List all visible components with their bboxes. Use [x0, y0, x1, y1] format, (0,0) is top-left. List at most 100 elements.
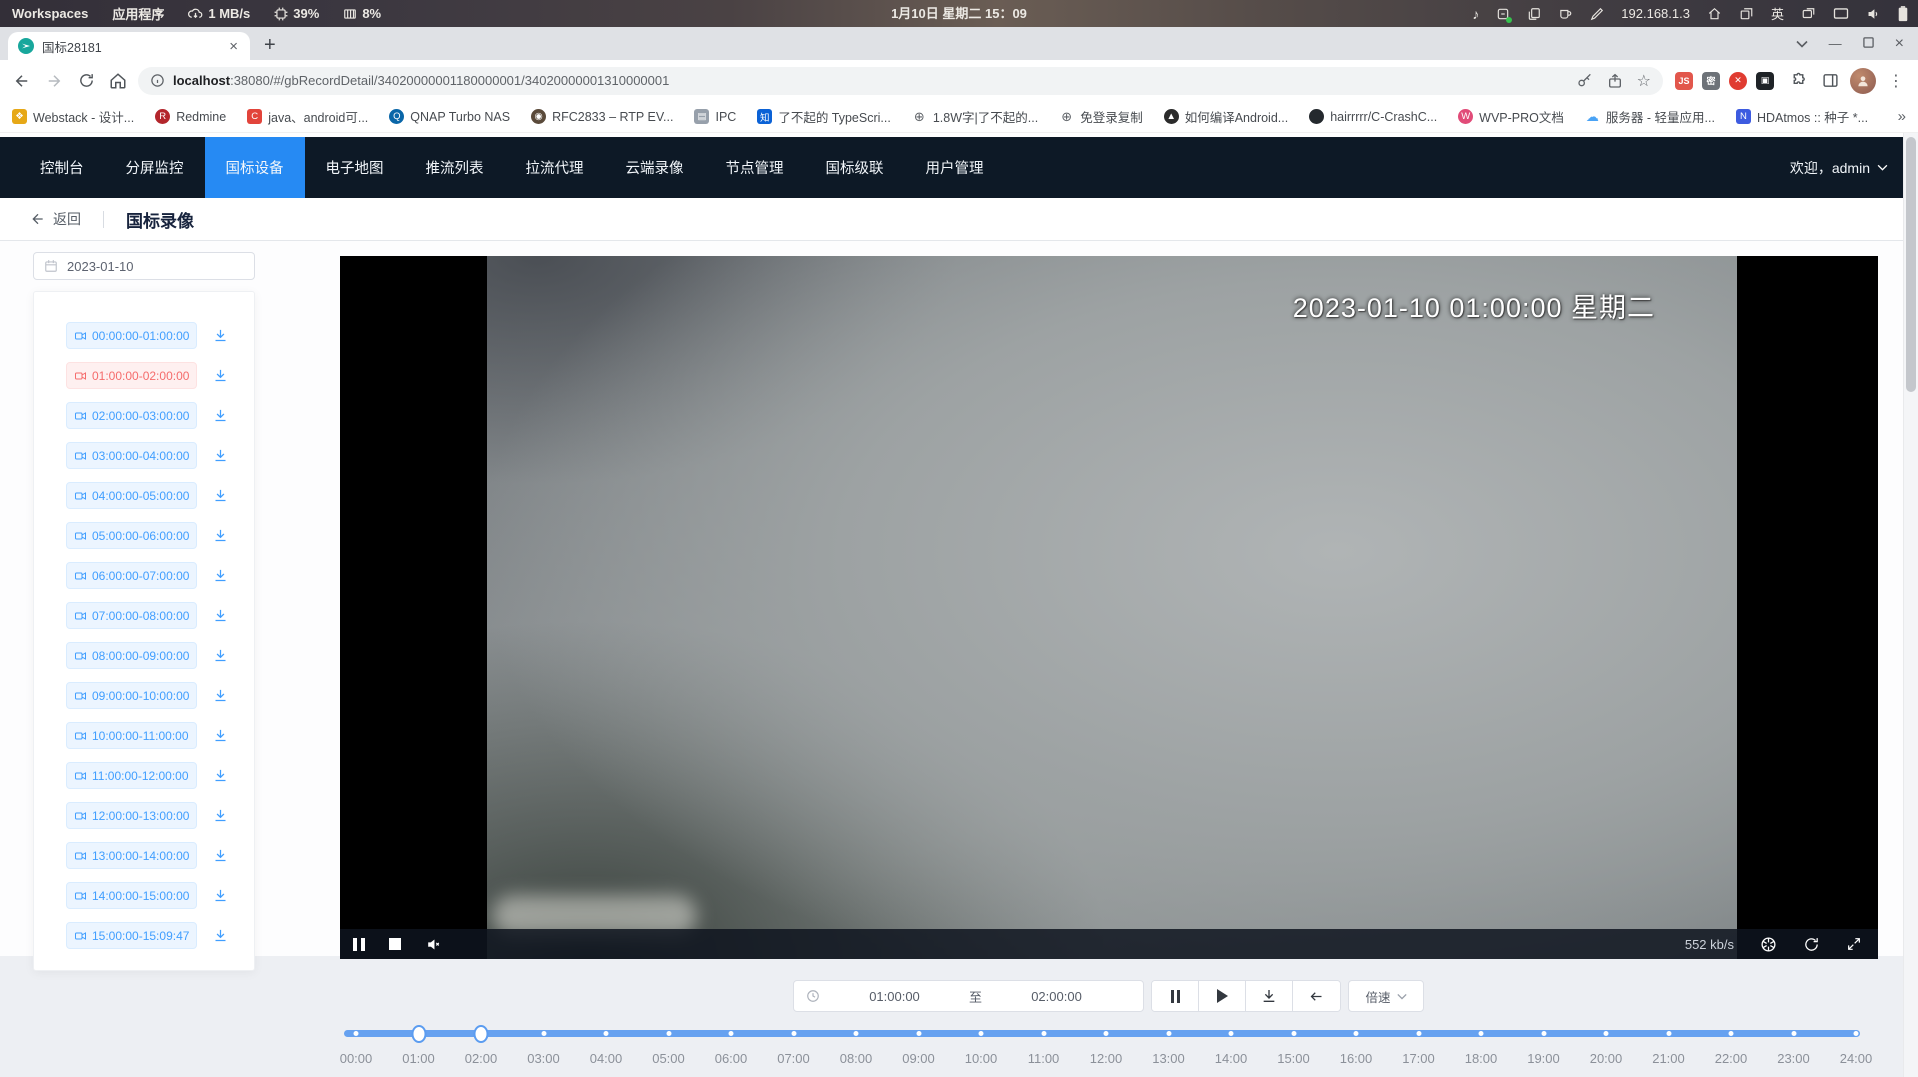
dark-extension-icon[interactable]: ▣ — [1756, 72, 1774, 90]
nav-tab[interactable]: 节点管理 — [705, 137, 805, 198]
screenshot-tray-icon[interactable] — [1496, 7, 1510, 21]
bookmark-item[interactable]: ☁服务器 - 轻量应用... — [1585, 107, 1715, 126]
speed-dropdown[interactable]: 倍速 — [1348, 980, 1424, 1012]
volume-tray-icon[interactable] — [1866, 7, 1881, 21]
record-range-pill[interactable]: 11:00:00-12:00:00 — [66, 762, 197, 789]
record-range-pill[interactable]: 07:00:00-08:00:00 — [66, 602, 197, 629]
record-download-button[interactable] — [213, 768, 228, 783]
user-menu[interactable]: 欢迎，admin — [1790, 137, 1888, 198]
record-range-pill[interactable]: 01:00:00-02:00:00 — [66, 362, 197, 389]
back-nav-icon[interactable] — [10, 69, 34, 93]
applications-menu[interactable]: 应用程序 — [112, 4, 164, 23]
bookmark-item[interactable]: hairrrrr/C-CrashC... — [1309, 109, 1437, 124]
record-download-button[interactable] — [213, 528, 228, 543]
cup-tray-icon[interactable] — [1558, 7, 1573, 21]
bookmark-item[interactable]: ❖Webstack - 设计... — [12, 107, 134, 126]
record-range-pill[interactable]: 08:00:00-09:00:00 — [66, 642, 197, 669]
site-info-icon[interactable] — [150, 73, 165, 88]
battery-tray-icon[interactable] — [1898, 6, 1908, 22]
player-mute-icon[interactable] — [425, 937, 442, 952]
record-download-button[interactable] — [213, 368, 228, 383]
record-download-button[interactable] — [213, 488, 228, 503]
seek-back-button[interactable] — [1293, 981, 1340, 1011]
js-extension-icon[interactable]: JS — [1675, 72, 1693, 90]
bookmarks-overflow-button[interactable]: » — [1898, 108, 1906, 125]
extensions-puzzle-icon[interactable] — [1786, 69, 1810, 93]
bookmark-item[interactable]: QQNAP Turbo NAS — [389, 109, 510, 124]
password-extension-icon[interactable]: 密 — [1702, 72, 1720, 90]
browser-tab[interactable]: 国标28181 × — [8, 32, 250, 60]
bookmark-item[interactable]: Cjava、android可... — [247, 107, 368, 126]
record-download-button[interactable] — [213, 608, 228, 623]
record-download-button[interactable] — [213, 328, 228, 343]
bookmark-item[interactable]: ⊕1.8W字|了不起的... — [912, 107, 1038, 126]
fullscreen-icon[interactable] — [1846, 936, 1862, 952]
date-picker[interactable]: 2023-01-10 — [33, 252, 255, 280]
record-download-button[interactable] — [213, 408, 228, 423]
clipboard-tray-icon[interactable] — [1527, 7, 1541, 21]
pause-button[interactable] — [1152, 981, 1199, 1011]
bookmark-item[interactable]: NHDAtmos :: 种子 *... — [1736, 107, 1868, 126]
window-switch-icon[interactable] — [1801, 7, 1816, 21]
bookmark-item[interactable]: ⊕免登录复制 — [1059, 107, 1143, 126]
bookmark-star-icon[interactable]: ☆ — [1637, 71, 1651, 91]
record-range-pill[interactable]: 02:00:00-03:00:00 — [66, 402, 197, 429]
new-tab-button[interactable]: + — [264, 35, 276, 55]
bookmark-item[interactable]: ▤IPC — [694, 109, 736, 124]
player-pause-icon[interactable] — [353, 938, 365, 951]
workspaces-tray-icon[interactable] — [1739, 7, 1754, 21]
bookmark-item[interactable]: RRedmine — [155, 109, 226, 124]
workspaces-button[interactable]: Workspaces — [12, 6, 88, 21]
nav-tab[interactable]: 国标设备 — [205, 137, 305, 198]
record-download-button[interactable] — [213, 848, 228, 863]
record-range-pill[interactable]: 00:00:00-01:00:00 — [66, 322, 197, 349]
tab-search-chevron-icon[interactable] — [1796, 36, 1808, 51]
record-download-button[interactable] — [213, 688, 228, 703]
pen-tray-icon[interactable] — [1590, 7, 1604, 21]
nav-tab[interactable]: 拉流代理 — [505, 137, 605, 198]
record-download-button[interactable] — [213, 928, 228, 943]
bookmark-item[interactable]: ▲如何编译Android... — [1164, 107, 1289, 126]
timeline-handle[interactable] — [411, 1025, 426, 1043]
side-panel-icon[interactable] — [1818, 69, 1842, 93]
page-scrollbar[interactable] — [1903, 133, 1918, 1077]
record-download-button[interactable] — [213, 808, 228, 823]
url-bar[interactable]: localhost:38080/#/gbRecordDetail/3402000… — [138, 67, 1663, 95]
timeline-handle[interactable] — [474, 1025, 489, 1043]
time-range-input[interactable]: 01:00:00 至 02:00:00 — [793, 980, 1144, 1012]
record-range-pill[interactable]: 12:00:00-13:00:00 — [66, 802, 197, 829]
record-download-button[interactable] — [213, 888, 228, 903]
player-refresh-icon[interactable] — [1803, 936, 1820, 953]
record-range-pill[interactable]: 04:00:00-05:00:00 — [66, 482, 197, 509]
tab-close-icon[interactable]: × — [227, 38, 240, 55]
timeline-slider[interactable]: 00:0001:0002:0003:0004:0005:0006:0007:00… — [344, 1024, 1864, 1076]
browser-menu-icon[interactable]: ⋮ — [1884, 71, 1908, 91]
nav-tab[interactable]: 用户管理 — [905, 137, 1005, 198]
home-icon[interactable] — [106, 69, 130, 93]
record-download-button[interactable] — [213, 448, 228, 463]
forward-nav-icon[interactable] — [42, 69, 66, 93]
play-button[interactable] — [1199, 981, 1246, 1011]
record-range-pill[interactable]: 15:00:00-15:09:47 — [66, 922, 197, 949]
window-minimize-button[interactable]: — — [1829, 36, 1842, 51]
adblock-extension-icon[interactable]: ✕ — [1729, 72, 1747, 90]
window-close-button[interactable]: × — [1895, 35, 1904, 53]
download-button[interactable] — [1246, 981, 1293, 1011]
bookmark-item[interactable]: 知了不起的 TypeScri... — [757, 107, 891, 126]
nav-tab[interactable]: 国标级联 — [805, 137, 905, 198]
end-time-value[interactable]: 02:00:00 — [982, 989, 1131, 1004]
monitor-tray-icon[interactable] — [1833, 7, 1849, 20]
home-tray-icon[interactable] — [1707, 7, 1722, 21]
os-clock[interactable]: 1月10日 星期二 15：09 — [891, 0, 1027, 27]
share-icon[interactable] — [1607, 73, 1623, 89]
record-range-pill[interactable]: 13:00:00-14:00:00 — [66, 842, 197, 869]
start-time-value[interactable]: 01:00:00 — [820, 989, 969, 1004]
back-button[interactable]: 返回 — [30, 209, 81, 229]
nav-tab[interactable]: 控制台 — [19, 137, 105, 198]
nav-tab[interactable]: 电子地图 — [305, 137, 405, 198]
nav-tab[interactable]: 云端录像 — [605, 137, 705, 198]
video-player[interactable]: 2023-01-10 01:00:00 星期二 552 kb/s — [340, 256, 1878, 959]
ip-address[interactable]: 192.168.1.3 — [1621, 6, 1690, 21]
snapshot-aperture-icon[interactable] — [1760, 936, 1777, 953]
window-maximize-button[interactable] — [1863, 36, 1874, 51]
